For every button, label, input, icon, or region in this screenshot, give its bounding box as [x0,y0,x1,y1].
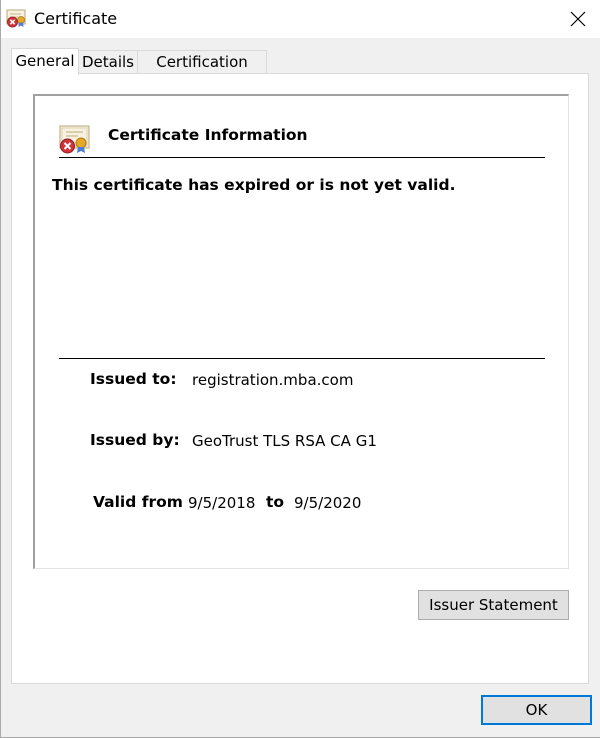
valid-from-value[interactable]: 9/5/2018 [188,494,255,512]
tab-details-label: Details [81,53,134,71]
valid-to-value[interactable]: 9/5/2020 [294,494,361,512]
certificate-info-box: Certificate Information This certificate… [33,94,569,569]
issued-by-label: Issued by: [90,431,180,449]
title-bar[interactable]: Certificate [1,0,600,38]
divider [59,157,545,158]
certificate-error-icon [6,9,26,28]
issued-to-value[interactable]: registration.mba.com [192,371,353,389]
valid-from-label: Valid from [93,493,183,511]
issued-to-label: Issued to: [90,370,177,388]
tab-general-label: General [15,52,75,70]
certificate-error-icon [59,125,90,154]
close-button[interactable] [555,0,600,38]
issuer-statement-button[interactable]: Issuer Statement [418,590,569,620]
ok-button[interactable]: OK [481,695,592,725]
tab-certification-path[interactable]: Certification Path [137,50,267,94]
status-message: This certificate has expired or is not y… [52,176,456,194]
window-title: Certificate [34,9,118,28]
section-title: Certificate Information [108,126,308,144]
tab-general[interactable]: General [11,48,79,75]
divider [59,358,545,359]
close-icon [570,11,586,27]
general-tab-panel: Certificate Information This certificate… [11,73,589,684]
tab-details[interactable]: Details [78,50,138,73]
certificate-dialog: Certificate General Details Certificatio… [0,0,600,738]
issued-by-value[interactable]: GeoTrust TLS RSA CA G1 [192,432,377,450]
valid-to-label: to [266,493,285,511]
